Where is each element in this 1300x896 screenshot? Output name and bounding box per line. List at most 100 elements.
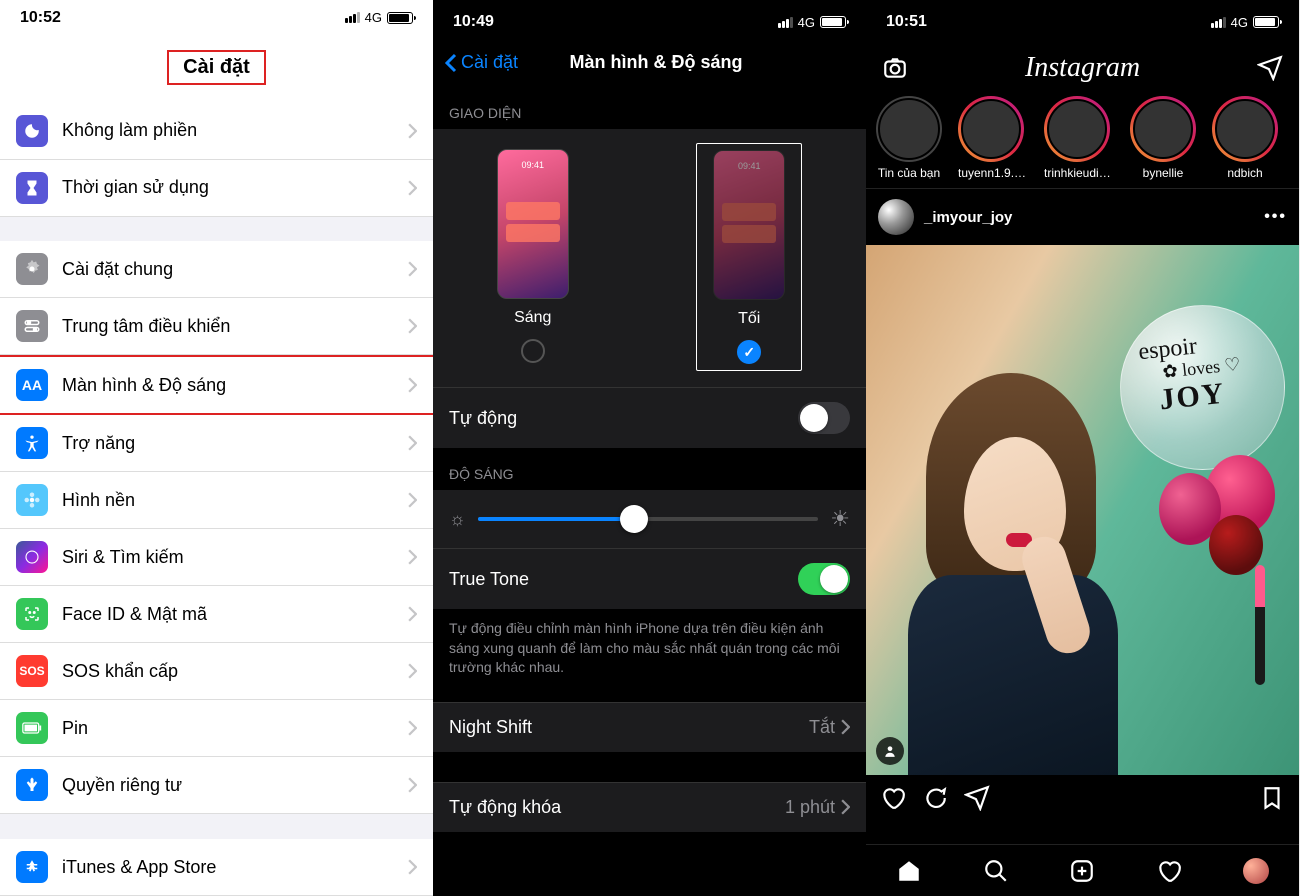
chevron-right-icon: [408, 606, 417, 622]
messages-button[interactable]: [1257, 55, 1283, 81]
balloon-decoration: espoir ✿ loves ♡ JOY: [1120, 305, 1285, 470]
tab-search[interactable]: [983, 858, 1009, 884]
send-icon[interactable]: [964, 785, 990, 811]
row-label: Cài đặt chung: [62, 259, 408, 280]
section-header-appearance: GIAO DIỆN: [433, 87, 866, 129]
row-siri[interactable]: Siri & Tìm kiếm: [0, 529, 433, 586]
status-bar: 10:52 4G: [0, 0, 433, 36]
post-header: _imyour_joy •••: [866, 189, 1299, 245]
chevron-right-icon: [408, 859, 417, 875]
row-accessibility[interactable]: Trợ năng: [0, 415, 433, 472]
chevron-right-icon: [408, 123, 417, 139]
appearance-selector: 09:41 Sáng 09:41 Tối: [433, 129, 866, 387]
radio-checked[interactable]: [737, 340, 761, 364]
row-label: SOS khẩn cấp: [62, 661, 408, 682]
instagram-header: Instagram: [866, 44, 1299, 90]
toggle-on[interactable]: [798, 563, 850, 595]
row-label: Trung tâm điều khiển: [62, 316, 408, 337]
network-label: 4G: [798, 15, 815, 30]
camera-icon: [882, 55, 908, 81]
status-bar: 10:49 4G: [433, 0, 866, 44]
brightness-slider[interactable]: [478, 517, 819, 521]
network-label: 4G: [365, 10, 382, 25]
story-item[interactable]: tuyenn1.9.7.6: [958, 96, 1028, 180]
status-bar: 10:51 4G: [866, 0, 1299, 44]
status-indicators: 4G: [778, 15, 846, 30]
row-screen-time[interactable]: Thời gian sử dụng: [0, 160, 433, 217]
row-auto-lock[interactable]: Tự động khóa 1 phút: [433, 782, 866, 832]
story-self[interactable]: Tin của bạn: [876, 96, 942, 180]
row-do-not-disturb[interactable]: Không làm phiền: [0, 103, 433, 160]
instagram-logo: Instagram: [1025, 52, 1140, 84]
row-night-shift[interactable]: Night Shift Tắt: [433, 702, 866, 752]
post-image[interactable]: espoir ✿ loves ♡ JOY: [866, 245, 1299, 775]
heart-icon: [1156, 858, 1182, 884]
row-label: Trợ năng: [62, 433, 408, 454]
switches-icon: [16, 310, 48, 342]
battery-icon: [820, 16, 846, 28]
settings-group-3: iTunes & App Store: [0, 839, 433, 896]
appearance-label: Tối: [713, 310, 785, 328]
feed[interactable]: _imyour_joy ••• espoir ✿ loves ♡ JOY: [866, 189, 1299, 896]
row-label: Siri & Tìm kiếm: [62, 547, 408, 568]
row-battery[interactable]: Pin: [0, 700, 433, 757]
row-privacy[interactable]: Quyền riêng tư: [0, 757, 433, 814]
section-header-brightness: ĐỘ SÁNG: [433, 448, 866, 490]
story-item[interactable]: ndbich: [1212, 96, 1278, 180]
status-time: 10:51: [886, 13, 927, 31]
bookmark-icon[interactable]: [1259, 785, 1285, 811]
battery-icon: [1253, 16, 1279, 28]
row-label: Hình nền: [62, 490, 408, 511]
settings-group-2: Cài đặt chung Trung tâm điều khiển AA Mà…: [0, 241, 433, 814]
face-id-icon: [16, 598, 48, 630]
appearance-light[interactable]: 09:41 Sáng: [497, 149, 569, 371]
stories-tray[interactable]: Tin của bạn tuyenn1.9.7.6 trinhkieudie..…: [866, 90, 1299, 189]
brightness-slider-row: ☼ ☀: [433, 490, 866, 548]
balloon-icon: [1209, 515, 1263, 575]
tab-activity[interactable]: [1156, 858, 1182, 884]
row-label: Không làm phiền: [62, 120, 408, 141]
heart-icon[interactable]: [880, 785, 906, 811]
story-item[interactable]: trinhkieudie...: [1044, 96, 1114, 180]
chevron-right-icon: [408, 377, 417, 393]
avatar: [1243, 858, 1269, 884]
row-display-brightness[interactable]: AA Màn hình & Độ sáng: [0, 355, 433, 415]
signal-bars-icon: [1211, 17, 1226, 28]
row-true-tone[interactable]: True Tone: [433, 548, 866, 609]
siri-icon: [16, 541, 48, 573]
tab-home[interactable]: [896, 858, 922, 884]
tab-profile[interactable]: [1243, 858, 1269, 884]
search-icon: [983, 858, 1009, 884]
post-username[interactable]: _imyour_joy: [924, 209, 1254, 226]
row-control-center[interactable]: Trung tâm điều khiển: [0, 298, 433, 355]
row-general[interactable]: Cài đặt chung: [0, 241, 433, 298]
radio-unchecked[interactable]: [521, 339, 545, 363]
row-label: Quyền riêng tư: [62, 775, 408, 796]
row-wallpaper[interactable]: Hình nền: [0, 472, 433, 529]
row-face-id[interactable]: Face ID & Mật mã: [0, 586, 433, 643]
camera-button[interactable]: [882, 55, 908, 81]
hand-icon: [16, 769, 48, 801]
row-auto-appearance[interactable]: Tự động: [433, 387, 866, 448]
row-label: Pin: [62, 718, 408, 739]
tab-create[interactable]: [1069, 858, 1095, 884]
light-thumbnail: 09:41: [497, 149, 569, 299]
chevron-right-icon: [408, 318, 417, 334]
row-label: Night Shift: [449, 717, 809, 738]
post-more-button[interactable]: •••: [1264, 208, 1287, 226]
toggle-off[interactable]: [798, 402, 850, 434]
comment-icon[interactable]: [922, 785, 948, 811]
row-sos[interactable]: SOS SOS khẩn cấp: [0, 643, 433, 700]
chevron-right-icon: [841, 799, 850, 815]
group-separator: [0, 814, 433, 839]
row-itunes-appstore[interactable]: iTunes & App Store: [0, 839, 433, 896]
appearance-dark[interactable]: 09:41 Tối: [696, 143, 802, 371]
tab-bar: [866, 844, 1299, 896]
flower-icon: [16, 484, 48, 516]
tagged-people-button[interactable]: [876, 737, 904, 765]
page-title: Cài đặt: [0, 36, 433, 103]
row-value: 1 phút: [785, 797, 835, 818]
post-avatar[interactable]: [878, 199, 914, 235]
story-item[interactable]: bynellie: [1130, 96, 1196, 180]
appstore-icon: [16, 851, 48, 883]
